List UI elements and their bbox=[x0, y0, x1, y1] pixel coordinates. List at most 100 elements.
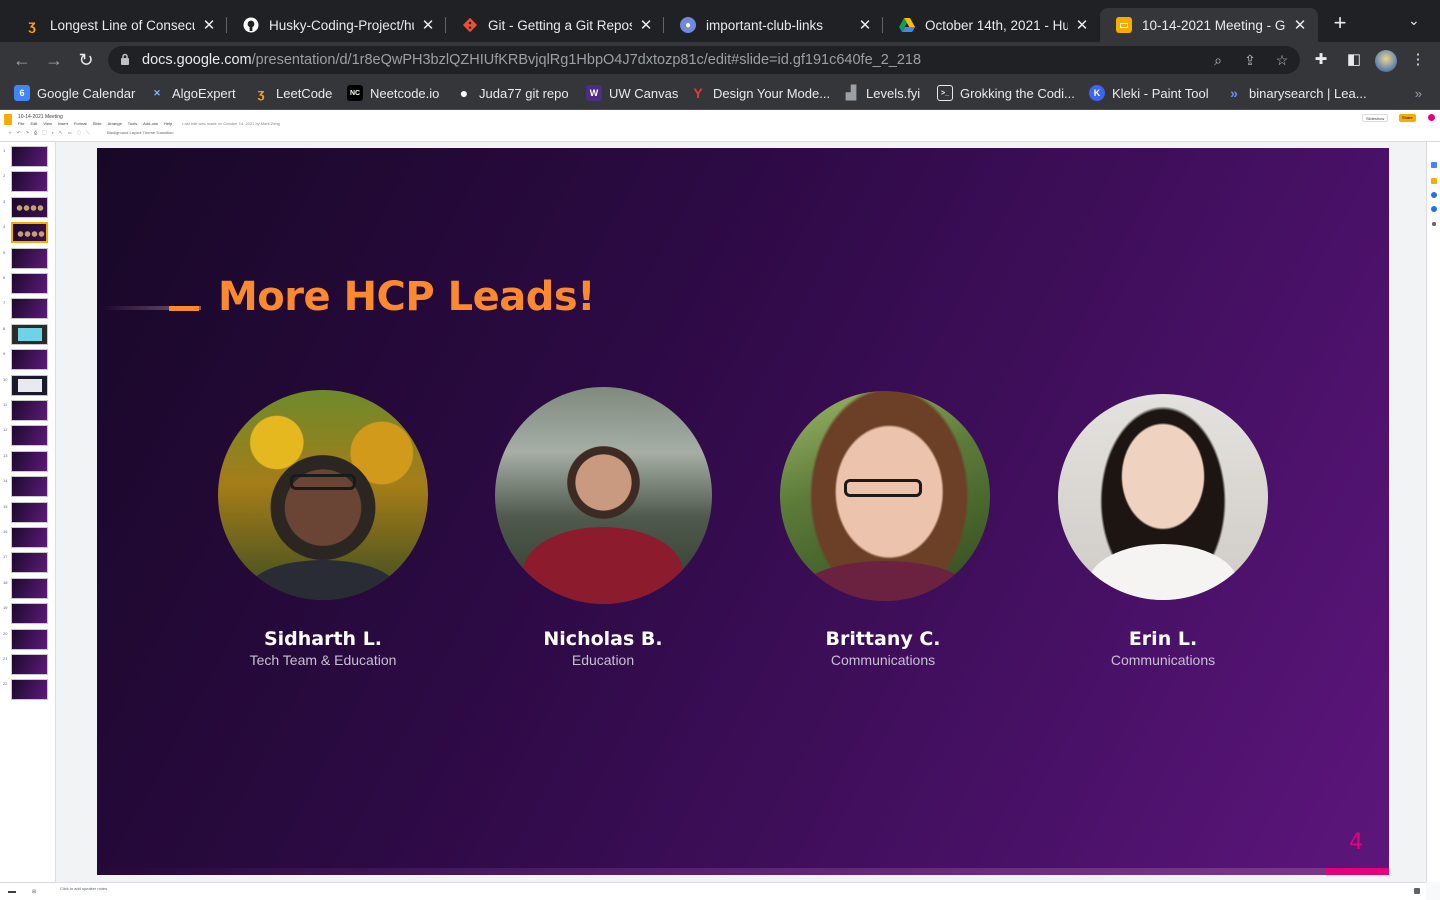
profile-avatar[interactable] bbox=[1375, 50, 1397, 72]
forward-button[interactable]: → bbox=[43, 49, 65, 71]
slide-thumbnail[interactable] bbox=[11, 171, 48, 193]
slide-thumbnail[interactable] bbox=[11, 476, 48, 498]
slide-thumbnail[interactable] bbox=[11, 654, 48, 675]
extensions-icon[interactable]: ✚ bbox=[1312, 51, 1330, 69]
slide-thumbnail[interactable] bbox=[11, 374, 48, 396]
avatar-sweater bbox=[523, 527, 683, 604]
menu-slide[interactable]: Slide bbox=[93, 121, 102, 126]
slide-thumbnail[interactable] bbox=[11, 450, 48, 472]
keep-icon[interactable] bbox=[1431, 178, 1437, 184]
slide-thumbnail[interactable] bbox=[11, 400, 48, 421]
address-bar[interactable]: docs.google.com/presentation/d/1r8eQwPH3… bbox=[108, 46, 1300, 74]
menu-edit[interactable]: Edit bbox=[30, 121, 37, 126]
bookmark-algoexpert[interactable]: ✕ AlgoExpert bbox=[149, 85, 235, 101]
back-button[interactable]: ← bbox=[11, 49, 33, 71]
menu-help[interactable]: Help bbox=[164, 121, 172, 126]
tasks-icon[interactable] bbox=[1431, 192, 1437, 198]
slide-thumbnail-number: 5 bbox=[3, 249, 6, 255]
toolbar-options[interactable]: Background Layout Theme Transition bbox=[107, 130, 173, 135]
slide-thumbnail[interactable] bbox=[11, 577, 48, 599]
menu-view[interactable]: View bbox=[43, 121, 52, 126]
menu-addons[interactable]: Add-ons bbox=[143, 121, 158, 126]
slide-thumbnail[interactable] bbox=[11, 247, 48, 269]
zoom-icon[interactable]: ⌕ bbox=[1210, 52, 1226, 68]
last-edit-link[interactable]: Last edit was made on October 14, 2021 b… bbox=[182, 121, 280, 126]
slide-thumbnail-number: 16 bbox=[3, 529, 8, 534]
tab-google-slides[interactable]: 10-14-2021 Meeting - Goog ✕ bbox=[1100, 8, 1318, 42]
tab-title: October 14th, 2021 - Husky bbox=[925, 17, 1068, 33]
bookmark-uw-canvas[interactable]: W UW Canvas bbox=[586, 85, 678, 101]
current-slide[interactable]: More HCP Leads! Sidharth L. Tech Team & … bbox=[97, 148, 1389, 875]
browser-menu-icon[interactable]: ⋮ bbox=[1409, 51, 1427, 69]
bookmark-levels-fyi[interactable]: ▟ Levels.fyi bbox=[843, 85, 920, 101]
bookmark-grokking[interactable]: >_ Grokking the Codi... bbox=[937, 85, 1075, 101]
leetcode-icon: ʒ bbox=[28, 17, 36, 33]
slide-title[interactable]: More HCP Leads! bbox=[218, 274, 595, 320]
avatar[interactable] bbox=[780, 391, 990, 601]
slideshow-button[interactable]: Slideshow bbox=[1362, 114, 1389, 122]
bookmark-kleki[interactable]: K Kleki - Paint Tool bbox=[1089, 85, 1209, 101]
slide-thumbnail[interactable] bbox=[11, 273, 48, 294]
tab-google-drive[interactable]: October 14th, 2021 - Husky ✕ bbox=[883, 8, 1100, 42]
contacts-icon[interactable] bbox=[1431, 206, 1437, 212]
bookmark-design-your-model[interactable]: Y Design Your Mode... bbox=[690, 85, 830, 101]
slide-thumbnail[interactable] bbox=[11, 349, 48, 371]
bookmark-juda77-git-repo[interactable]: ● Juda77 git repo bbox=[456, 85, 569, 101]
close-icon[interactable]: ✕ bbox=[857, 16, 873, 34]
slide-thumbnail[interactable] bbox=[11, 323, 48, 345]
bookmark-google-calendar[interactable]: 6 Google Calendar bbox=[14, 85, 135, 101]
google-drive-icon bbox=[899, 17, 915, 33]
explore-icon[interactable] bbox=[1414, 888, 1420, 894]
close-icon[interactable]: ✕ bbox=[201, 16, 217, 34]
slide-thumbnail[interactable] bbox=[11, 222, 48, 244]
calendar-icon[interactable] bbox=[1431, 162, 1437, 168]
close-icon[interactable]: ✕ bbox=[1292, 16, 1308, 34]
filmstrip-view-icon[interactable]: ⊞ bbox=[32, 889, 36, 895]
slide-thumbnail[interactable] bbox=[11, 552, 48, 574]
grid-view-icon[interactable] bbox=[8, 889, 16, 893]
tab-discord[interactable]: ● important-club-links ✕ bbox=[664, 8, 883, 42]
grokking-icon: >_ bbox=[937, 85, 953, 101]
bookmark-neetcode[interactable]: NC Neetcode.io bbox=[347, 85, 439, 101]
tab-github[interactable]: Husky-Coding-Project/husk ✕ bbox=[227, 8, 446, 42]
reload-button[interactable]: ↻ bbox=[75, 49, 97, 71]
menu-insert[interactable]: Insert bbox=[58, 121, 68, 126]
share-icon[interactable]: ⇪ bbox=[1242, 52, 1258, 68]
menu-file[interactable]: File bbox=[18, 121, 24, 126]
more-bookmarks-button[interactable]: » bbox=[1415, 86, 1422, 101]
avatar[interactable] bbox=[495, 387, 712, 604]
add-on-icon[interactable] bbox=[1432, 222, 1436, 226]
speaker-notes[interactable]: Click to add speaker notes bbox=[56, 882, 1426, 900]
document-title[interactable]: 10-14-2021 Meeting bbox=[18, 114, 63, 120]
menu-arrange[interactable]: Arrange bbox=[108, 121, 122, 126]
side-panel-icon[interactable]: ◧ bbox=[1345, 51, 1363, 69]
design-icon: Y bbox=[693, 85, 703, 101]
close-icon[interactable]: ✕ bbox=[1074, 16, 1090, 34]
bookmark-binarysearch[interactable]: » binarysearch | Lea... bbox=[1226, 85, 1366, 101]
slide-thumbnail[interactable] bbox=[11, 425, 48, 447]
toolbar-icons[interactable]: ＋ ↶ ↷ ⎙ ▢ ⌕ ↖ ▭ ◯ ╲ bbox=[8, 130, 92, 135]
slide-thumbnail[interactable] bbox=[11, 196, 48, 218]
new-tab-button[interactable]: + bbox=[1328, 10, 1352, 36]
tab-git[interactable]: Git - Getting a Git Reposito ✕ bbox=[446, 8, 664, 42]
account-avatar[interactable] bbox=[1428, 114, 1435, 121]
speaker-notes-placeholder: Click to add speaker notes bbox=[60, 886, 108, 891]
slide-thumbnail[interactable] bbox=[11, 628, 48, 650]
slide-thumbnail[interactable] bbox=[11, 298, 48, 320]
close-icon[interactable]: ✕ bbox=[420, 16, 436, 34]
tab-search-button[interactable]: ⌄ bbox=[1408, 12, 1420, 29]
menu-format[interactable]: Format bbox=[74, 121, 87, 126]
slide-thumbnail[interactable] bbox=[11, 501, 48, 523]
bookmark-star-icon[interactable]: ☆ bbox=[1274, 52, 1290, 68]
bookmark-leetcode[interactable]: ʒ LeetCode bbox=[253, 85, 333, 101]
slide-thumbnail[interactable] bbox=[11, 603, 48, 625]
share-button[interactable]: Share bbox=[1399, 114, 1416, 122]
avatar[interactable] bbox=[1058, 394, 1268, 600]
menu-tools[interactable]: Tools bbox=[128, 121, 137, 126]
close-icon[interactable]: ✕ bbox=[638, 16, 654, 34]
avatar[interactable] bbox=[218, 390, 428, 600]
slide-thumbnail[interactable] bbox=[11, 146, 48, 167]
slide-thumbnail[interactable] bbox=[11, 527, 48, 548]
slide-thumbnail[interactable] bbox=[11, 679, 48, 701]
tab-leetcode[interactable]: ʒ Longest Line of Consecutiv ✕ bbox=[8, 8, 227, 42]
